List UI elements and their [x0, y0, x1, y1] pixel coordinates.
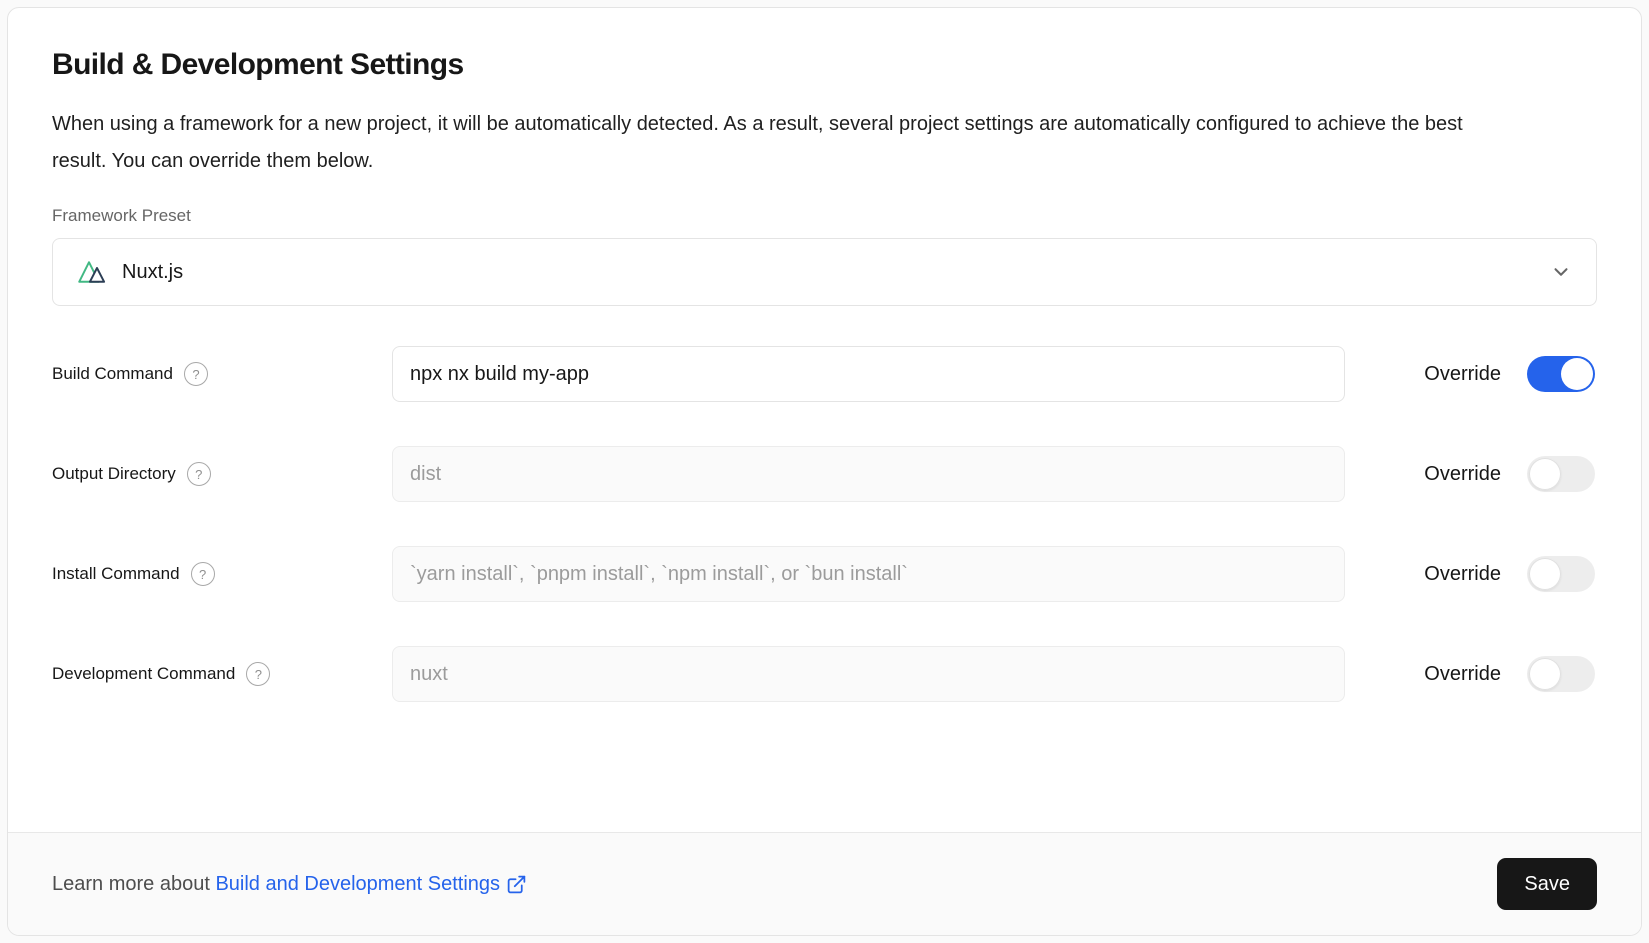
card-main: Build & Development Settings When using …: [8, 8, 1641, 832]
build-settings-card: Build & Development Settings When using …: [7, 7, 1642, 936]
help-icon[interactable]: ?: [246, 662, 270, 686]
toggle-knob: [1529, 458, 1561, 490]
override-toggle[interactable]: [1527, 356, 1595, 392]
override-toggle[interactable]: [1527, 456, 1595, 492]
toggle-knob: [1529, 658, 1561, 690]
row-label-text: Development Command: [52, 664, 235, 684]
row-label-text: Output Directory: [52, 464, 176, 484]
settings-description: When using a framework for a new project…: [52, 106, 1502, 180]
row-label-text: Install Command: [52, 564, 180, 584]
override-toggle[interactable]: [1527, 556, 1595, 592]
output-directory-input: [392, 446, 1345, 502]
override-control: Override: [1345, 356, 1597, 392]
framework-preset-select[interactable]: Nuxt.js: [52, 238, 1597, 306]
development-command-input: [392, 646, 1345, 702]
help-icon[interactable]: ?: [184, 362, 208, 386]
install-command-label: Install Command ?: [52, 562, 392, 586]
override-label: Override: [1424, 663, 1501, 686]
override-toggle[interactable]: [1527, 656, 1595, 692]
card-footer: Learn more about Build and Development S…: [8, 832, 1641, 935]
build-command-input[interactable]: [392, 346, 1345, 402]
save-button[interactable]: Save: [1497, 858, 1597, 910]
build-settings-docs-link[interactable]: Build and Development Settings: [215, 873, 527, 896]
development-command-row: Development Command ? Override: [52, 646, 1597, 702]
chevron-down-icon: [1550, 261, 1572, 283]
build-command-row: Build Command ? Override: [52, 346, 1597, 402]
learn-more-text: Learn more about Build and Development S…: [52, 873, 527, 896]
help-icon[interactable]: ?: [191, 562, 215, 586]
development-command-label: Development Command ?: [52, 662, 392, 686]
learn-more-prefix: Learn more about: [52, 873, 215, 895]
override-label: Override: [1424, 363, 1501, 386]
output-directory-label: Output Directory ?: [52, 462, 392, 486]
output-directory-row: Output Directory ? Override: [52, 446, 1597, 502]
nuxt-logo-icon: [77, 258, 109, 286]
link-label: Build and Development Settings: [215, 873, 500, 896]
override-control: Override: [1345, 656, 1597, 692]
override-label: Override: [1424, 563, 1501, 586]
help-icon[interactable]: ?: [187, 462, 211, 486]
framework-preset-label: Framework Preset: [52, 206, 1597, 226]
toggle-knob: [1529, 558, 1561, 590]
row-label-text: Build Command: [52, 364, 173, 384]
page-title: Build & Development Settings: [52, 48, 1597, 82]
build-command-label: Build Command ?: [52, 362, 392, 386]
override-label: Override: [1424, 463, 1501, 486]
install-command-input: [392, 546, 1345, 602]
override-control: Override: [1345, 456, 1597, 492]
settings-rows: Build Command ? Override Output Director…: [52, 346, 1597, 702]
override-control: Override: [1345, 556, 1597, 592]
toggle-knob: [1561, 358, 1593, 390]
external-link-icon: [506, 874, 527, 895]
framework-selected-value: Nuxt.js: [122, 261, 183, 284]
install-command-row: Install Command ? Override: [52, 546, 1597, 602]
